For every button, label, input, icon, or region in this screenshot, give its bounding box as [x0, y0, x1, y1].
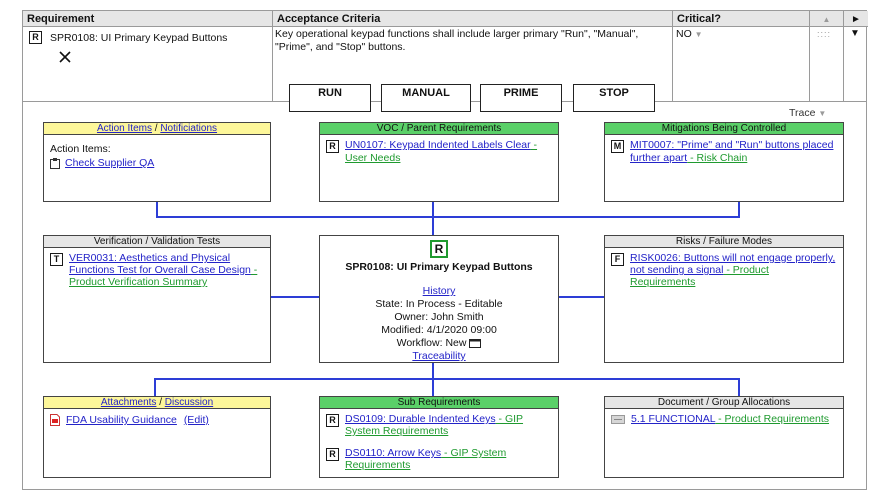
- mitigations-title: Mitigations Being Controlled: [605, 123, 843, 135]
- requirement-badge: R: [326, 140, 339, 153]
- acceptance-criteria-text: Key operational keypad functions shall i…: [275, 28, 639, 53]
- history-link[interactable]: History: [423, 285, 456, 297]
- connector-line: [270, 296, 320, 298]
- attachments-box: Attachments / Discussion FDA Usability G…: [43, 396, 271, 478]
- risks-failure-modes-box: Risks / Failure Modes F RISK0026: Button…: [604, 235, 844, 363]
- column-header-acceptance-criteria[interactable]: Acceptance Criteria: [273, 11, 673, 27]
- chevron-down-icon: ▼: [818, 109, 827, 118]
- workflow-row: Workflow: New: [320, 337, 558, 350]
- ds0110-link[interactable]: DS0110: Arrow Keys: [345, 447, 441, 459]
- voc-item[interactable]: UN0107: Keypad Indented Labels Clear - U…: [345, 139, 552, 165]
- trace-dropdown[interactable]: Trace ▼: [789, 107, 826, 119]
- title-separator: /: [156, 397, 165, 408]
- action-items-label: Action Items:: [50, 143, 111, 155]
- document-group-icon: [611, 415, 625, 424]
- requirement-table: Requirement Acceptance Criteria Critical…: [22, 10, 868, 112]
- current-requirement-title: SPR0108: UI Primary Keypad Buttons: [345, 261, 533, 273]
- sub-requirements-box: Sub Requirements R DS0109: Durable Inden…: [319, 396, 559, 478]
- document-group-allocations-box: Document / Group Allocations 5.1 FUNCTIO…: [604, 396, 844, 478]
- critical-cell: NO ▼: [673, 27, 810, 101]
- requirement-cell: R SPR0108: UI Primary Keypad Buttons: [23, 27, 273, 101]
- verification-item[interactable]: VER0031: Aesthetics and Physical Functio…: [69, 252, 264, 288]
- requirement-badge: R: [326, 414, 339, 427]
- chevron-down-icon: ▼: [694, 30, 703, 39]
- requirement-badge-large: R: [430, 240, 448, 258]
- requirement-badge: R: [326, 448, 339, 461]
- voc-title: VOC / Parent Requirements: [320, 123, 558, 135]
- row-menu-cell: ▼: [844, 27, 868, 101]
- connector-line: [154, 378, 156, 396]
- connector-line: [738, 378, 740, 396]
- connector-line: [432, 362, 434, 379]
- connector-line: [154, 378, 740, 380]
- action-items-title: Action Items / Notificiations: [44, 123, 270, 135]
- ver0031-link[interactable]: VER0031: Aesthetics and Physical Functio…: [69, 252, 251, 276]
- action-items-box: Action Items / Notificiations Action Ite…: [43, 122, 271, 202]
- edit-attachment-link[interactable]: (Edit): [184, 414, 209, 426]
- connector-line: [738, 201, 740, 217]
- expand-header[interactable]: ►: [844, 11, 868, 27]
- failure-badge: F: [611, 253, 624, 266]
- verification-tests-box: Verification / Validation Tests T VER003…: [43, 235, 271, 363]
- column-sort-control[interactable]: ▲: [810, 11, 844, 27]
- connector-line: [156, 201, 158, 217]
- column-header-requirement[interactable]: Requirement: [23, 11, 273, 27]
- verification-title: Verification / Validation Tests: [44, 236, 270, 248]
- connector-line: [156, 216, 740, 218]
- sub-requirement-item[interactable]: R DS0109: Durable Indented Keys - GIP Sy…: [326, 413, 552, 437]
- traceability-link[interactable]: Traceability: [412, 350, 465, 362]
- fda-usability-guidance-link[interactable]: FDA Usability Guidance: [66, 414, 177, 426]
- connector-line: [432, 201, 434, 235]
- workflow-text: Workflow: New: [396, 337, 467, 349]
- row-handle-cell: ::::: [810, 27, 844, 101]
- workflow-window-icon[interactable]: [469, 338, 482, 348]
- checklist-icon: [50, 157, 60, 169]
- acceptance-criteria-cell: Key operational keypad functions shall i…: [273, 27, 673, 112]
- mitigation-badge: M: [611, 140, 624, 153]
- risk-item[interactable]: RISK0026: Buttons will not engage proper…: [630, 252, 837, 288]
- close-icon[interactable]: [59, 51, 71, 63]
- notifications-link[interactable]: Notificiations: [160, 123, 217, 134]
- requirement-title[interactable]: SPR0108: UI Primary Keypad Buttons: [50, 32, 227, 44]
- row-menu-chevron-icon[interactable]: ▼: [850, 28, 860, 39]
- action-items-link[interactable]: Action Items: [97, 123, 152, 134]
- sub-requirement-item[interactable]: R DS0110: Arrow Keys - GIP System Requir…: [326, 447, 552, 471]
- critical-value: NO: [676, 28, 692, 40]
- connector-line: [558, 296, 604, 298]
- ds0109-link[interactable]: DS0109: Durable Indented Keys: [345, 413, 496, 425]
- current-requirement-box: R SPR0108: UI Primary Keypad Buttons His…: [319, 235, 559, 363]
- risks-title: Risks / Failure Modes: [605, 236, 843, 248]
- test-badge: T: [50, 253, 63, 266]
- attachments-link[interactable]: Attachments: [101, 397, 157, 408]
- document-title: Document / Group Allocations: [605, 397, 843, 409]
- owner-text: Owner: John Smith: [394, 311, 484, 323]
- voc-parent-requirements-box: VOC / Parent Requirements R UN0107: Keyp…: [319, 122, 559, 202]
- mitigation-item[interactable]: MIT0007: "Prime" and "Run" buttons place…: [630, 139, 837, 165]
- un0107-link[interactable]: UN0107: Keypad Indented Labels Clear: [345, 139, 531, 151]
- product-requirements-link[interactable]: - Product Requirements: [715, 413, 829, 425]
- requirement-badge: R: [29, 31, 42, 44]
- functional-section-link[interactable]: 5.1 FUNCTIONAL: [631, 413, 715, 425]
- drag-handle-icon[interactable]: ::::: [817, 29, 831, 39]
- play-right-icon[interactable]: ►: [851, 14, 861, 25]
- critical-select[interactable]: NO ▼: [676, 28, 703, 40]
- document-item[interactable]: 5.1 FUNCTIONAL - Product Requirements: [631, 413, 829, 425]
- state-text: State: In Process - Editable: [375, 298, 503, 310]
- mitigations-box: Mitigations Being Controlled M MIT0007: …: [604, 122, 844, 202]
- check-supplier-qa-link[interactable]: Check Supplier QA: [65, 157, 154, 169]
- discussion-link[interactable]: Discussion: [165, 397, 213, 408]
- sub-requirements-title: Sub Requirements: [320, 397, 558, 409]
- pdf-file-icon: [50, 414, 60, 426]
- column-header-critical[interactable]: Critical?: [673, 11, 810, 27]
- trace-label: Trace: [789, 107, 816, 119]
- sort-icon[interactable]: ▲: [823, 15, 831, 24]
- connector-line: [432, 378, 434, 396]
- attachments-title: Attachments / Discussion: [44, 397, 270, 409]
- modified-text: Modified: 4/1/2020 09:00: [381, 324, 497, 336]
- risk-chain-link[interactable]: - Risk Chain: [687, 152, 747, 164]
